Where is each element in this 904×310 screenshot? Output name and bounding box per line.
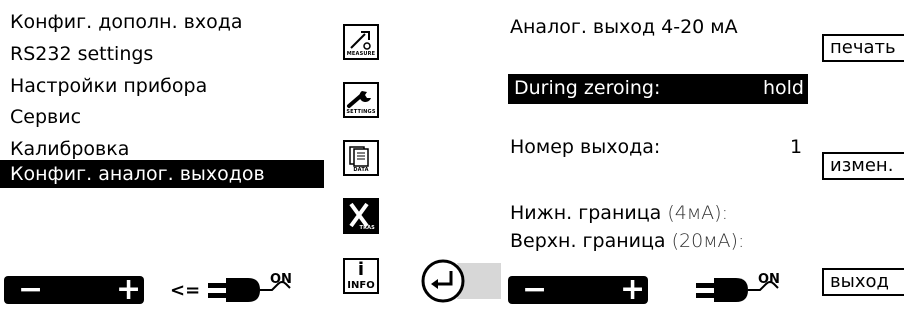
menu-item-additional-input-config[interactable]: Конфиг. дополн. входа — [0, 8, 243, 36]
settings-icon[interactable]: SETTINGS — [343, 82, 379, 118]
info-icon[interactable]: i INFO — [343, 258, 379, 294]
minus-plus-keys[interactable]: − + — [4, 275, 144, 305]
change-button[interactable]: измен. — [822, 152, 904, 180]
upper-bound-label: Верхн. граница — [510, 230, 666, 252]
back-arrow-label: <= — [170, 280, 201, 301]
plus-key[interactable]: + — [620, 275, 645, 305]
main-menu-screen: Конфиг. дополн. входа RS232 settings Нас… — [0, 0, 420, 306]
menu-item-service[interactable]: Сервис — [0, 103, 81, 131]
during-zeroing-value: hold — [762, 77, 804, 99]
lower-bound-label: Нижн. граница — [510, 202, 662, 224]
on-plug-icon: ON — [696, 272, 816, 306]
on-plug-icon: ON — [208, 272, 328, 306]
screen-title: Аналог. выход 4-20 мА — [510, 16, 738, 38]
enter-icon[interactable] — [421, 257, 501, 305]
xtras-icon[interactable]: TRAS — [343, 198, 379, 234]
output-number-label: Номер выхода: — [510, 136, 661, 158]
print-button[interactable]: печать — [822, 34, 904, 62]
menu-item-analog-outputs-config[interactable]: Конфиг. аналог. выходов — [0, 160, 324, 188]
lower-bound-row: Нижн. граница (4мА): — [510, 202, 728, 224]
menu-item-device-settings[interactable]: Настройки прибора — [0, 72, 207, 100]
minus-plus-keys[interactable]: − + — [508, 275, 648, 305]
data-icon[interactable]: DATA — [343, 140, 379, 176]
during-zeroing-row[interactable]: During zeroing: hold — [508, 74, 808, 104]
menu-item-calibration[interactable]: Калибровка — [0, 135, 129, 163]
menu-item-rs232-settings[interactable]: RS232 settings — [0, 40, 153, 68]
upper-bound-unit: (20мА): — [671, 230, 745, 252]
measure-icon[interactable]: MEASURE — [343, 24, 379, 60]
lower-bound-unit: (4мА): — [667, 202, 728, 224]
output-number-value: 1 — [790, 136, 803, 158]
minus-key[interactable]: − — [522, 275, 547, 305]
minus-key[interactable]: − — [18, 275, 43, 305]
exit-button[interactable]: выход — [822, 268, 904, 296]
plus-key[interactable]: + — [116, 275, 141, 305]
upper-bound-row: Верхн. граница (20мА): — [510, 230, 744, 252]
during-zeroing-label: During zeroing: — [514, 77, 661, 99]
analog-output-screen: Аналог. выход 4-20 мА печать During zero… — [506, 0, 904, 306]
